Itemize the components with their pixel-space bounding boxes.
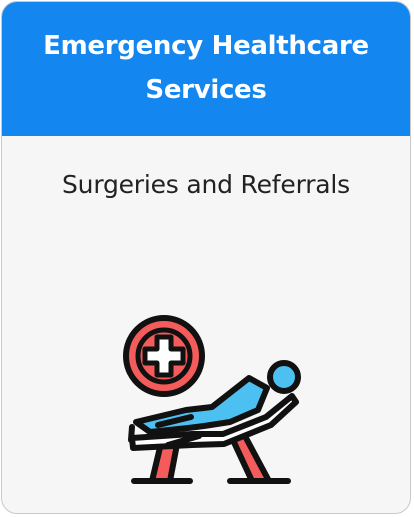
medical-cross-icon: [123, 315, 205, 397]
card-header: Emergency Healthcare Services: [2, 2, 410, 136]
patient-stretcher-medical-icon: [123, 315, 301, 484]
service-card[interactable]: Emergency Healthcare Services Surgeries …: [1, 1, 411, 514]
card-title: Emergency Healthcare Services: [43, 31, 369, 105]
card-subtitle: Surgeries and Referrals: [62, 170, 350, 199]
